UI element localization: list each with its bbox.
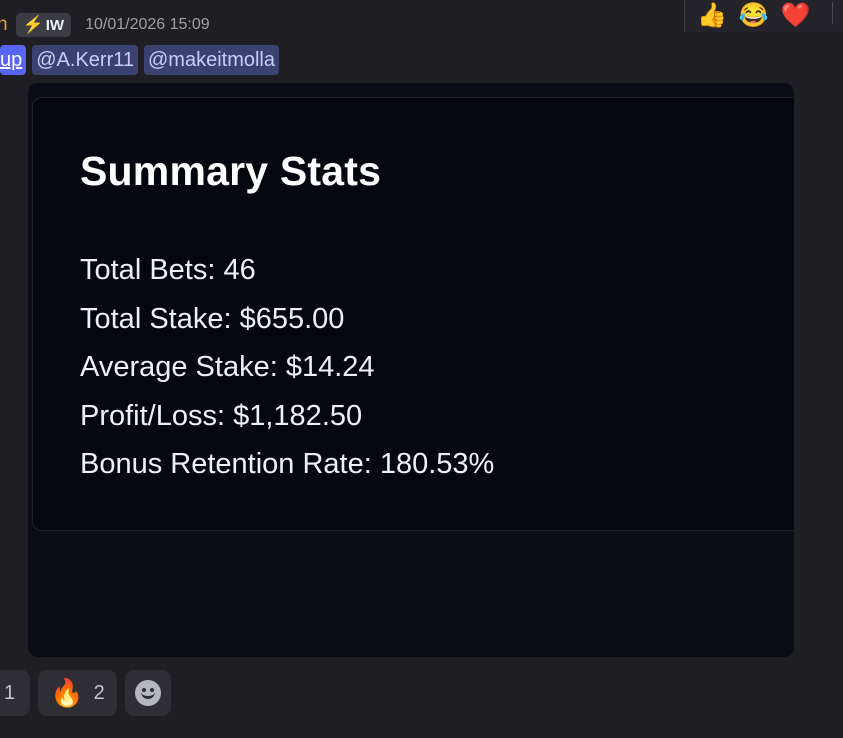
- reaction-chip-fire[interactable]: 🔥 2: [38, 670, 117, 716]
- stat-profit-loss: Profit/Loss: $1,182.50: [80, 399, 363, 432]
- stat-average-stake: Average Stake: $14.24: [80, 351, 375, 383]
- thumbs-up-icon[interactable]: 👍: [697, 4, 727, 28]
- reaction-chip[interactable]: 1: [0, 670, 30, 716]
- add-reaction-button[interactable]: [124, 670, 171, 716]
- summary-stats-card: Summary Stats Total Bets: 46 Total Stake…: [32, 97, 794, 531]
- stat-total-bets: Total Bets: 46: [80, 254, 256, 286]
- lightning-bolt-icon: ⚡: [22, 15, 44, 34]
- mention-a-kerr11[interactable]: @A.Kerr11: [32, 45, 138, 75]
- embed-image[interactable]: Summary Stats Total Bets: 46 Total Stake…: [28, 83, 794, 657]
- timestamp: 10/01/2026 15:09: [85, 16, 210, 33]
- toolbar-divider: [832, 2, 833, 24]
- tears-of-joy-icon[interactable]: 😂: [739, 4, 769, 28]
- reaction-count: 1: [4, 681, 16, 704]
- reaction-count: 2: [93, 681, 105, 704]
- add-reaction-smiley-icon: [134, 680, 161, 706]
- stat-bonus-retention-rate: Bonus Retention Rate: 180.53%: [80, 448, 495, 480]
- role-tag[interactable]: ⚡ IW: [15, 13, 72, 37]
- stat-total-stake: Total Stake: $655.00: [80, 302, 345, 335]
- mentions-line: up @A.Kerr11 @makeitmolla: [0, 44, 280, 76]
- reaction-toolbar: 👍 😂 ❤️: [684, 0, 843, 32]
- username[interactable]: n: [0, 14, 8, 36]
- mention-truncated[interactable]: up: [0, 45, 27, 75]
- mention-makeitmolla[interactable]: @makeitmolla: [144, 45, 280, 75]
- reactions-row: 1 🔥 2: [0, 669, 171, 717]
- fire-icon: 🔥: [50, 677, 84, 708]
- embed-title: Summary Stats: [80, 148, 382, 194]
- message-header: n ⚡ IW 10/01/2026 15:09: [0, 10, 210, 40]
- stats-list: Total Bets: 46 Total Stake: $655.00 Aver…: [80, 246, 494, 489]
- role-tag-label: IW: [45, 16, 65, 34]
- red-heart-icon[interactable]: ❤️: [781, 4, 811, 28]
